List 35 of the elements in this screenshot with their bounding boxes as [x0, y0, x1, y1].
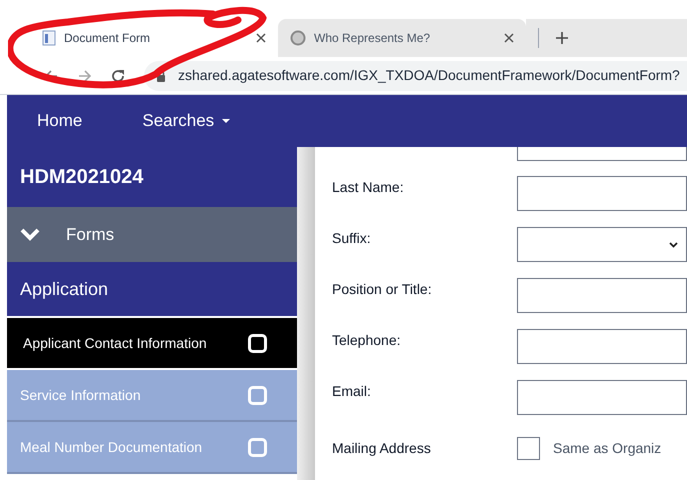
nav-link[interactable]: Searches [142, 108, 230, 134]
text-field[interactable] [517, 176, 687, 211]
item-label: Meal Number Documentation [20, 438, 202, 456]
lock-icon [156, 70, 166, 82]
item-label: Service Information [20, 386, 141, 404]
form-section-item[interactable]: Applicant Contact Information [7, 318, 297, 370]
field-label: Suffix: [332, 230, 371, 246]
case-number: HDM2021024 [7, 147, 297, 207]
forward-icon[interactable] [78, 68, 92, 82]
chevron-down-icon [20, 228, 40, 241]
chevron-down-icon [669, 242, 678, 248]
browser-tab[interactable]: Who Represents Me? [278, 19, 526, 57]
caret-icon [222, 118, 230, 124]
checkbox-label: Same as Organiz [553, 439, 662, 458]
text-field[interactable] [517, 380, 687, 415]
address-bar[interactable]: zshared.agatesoftware.com/IGX_TXDOA/DocumentFramework/DocumentForm? [144, 60, 687, 90]
new-tab-icon[interactable] [555, 31, 569, 45]
dropdown-field[interactable] [517, 227, 687, 262]
item-label: Applicant Contact Information [23, 334, 207, 353]
close-icon[interactable] [504, 33, 514, 43]
text-field[interactable] [517, 278, 687, 313]
field-label: Mailing Address [332, 440, 431, 456]
forms-section-header[interactable]: Forms [7, 207, 297, 262]
field-label: Last Name: [332, 179, 404, 195]
field-label: Telephone: [332, 332, 401, 348]
field-label: Position or Title: [332, 281, 432, 297]
close-icon[interactable] [256, 33, 266, 43]
field-label: Email: [332, 383, 371, 399]
site-logo-icon [290, 30, 306, 46]
reload-icon[interactable] [110, 68, 126, 84]
document-icon [42, 30, 56, 46]
checkbox[interactable] [517, 437, 540, 460]
text-field[interactable] [517, 329, 687, 364]
application-group: Application [7, 262, 297, 318]
nav-link[interactable]: Home [37, 108, 82, 134]
